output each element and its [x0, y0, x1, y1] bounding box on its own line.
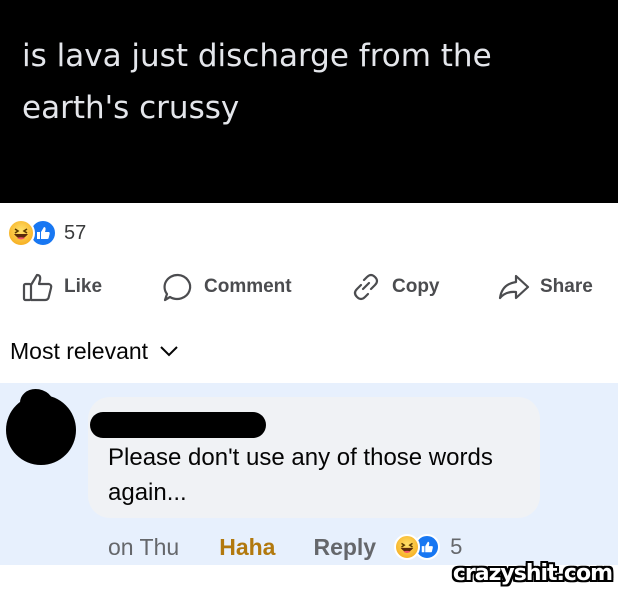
- share-label: Share: [540, 276, 593, 297]
- comment-label: Comment: [204, 276, 292, 297]
- comment-reaction-count: 5: [450, 534, 463, 559]
- comment-reactions[interactable]: 5: [394, 534, 462, 560]
- share-icon: [498, 274, 530, 300]
- haha-icon: [7, 219, 35, 247]
- comment-text: Please don't use any of those words agai…: [108, 444, 493, 506]
- like-label: Like: [64, 276, 103, 297]
- reply-button[interactable]: Reply: [313, 534, 376, 561]
- post-action-bar: Like Comment Copy Share: [0, 265, 618, 309]
- haha-icon: [394, 534, 421, 560]
- reaction-count: 57: [64, 221, 87, 244]
- post-banner: is lava just discharge from the earth's …: [0, 0, 618, 203]
- haha-reaction-button[interactable]: Haha: [219, 534, 275, 561]
- avatar[interactable]: [6, 389, 76, 465]
- post-text: is lava just discharge from the earth's …: [22, 38, 492, 126]
- comment-sort-dropdown[interactable]: Most relevant: [10, 336, 180, 366]
- comment-icon: [163, 273, 192, 302]
- reactions-summary[interactable]: 57: [7, 218, 86, 248]
- link-icon: [353, 273, 379, 301]
- thumbs-up-icon: [22, 273, 53, 302]
- comment-button[interactable]: Comment: [162, 265, 292, 309]
- share-button[interactable]: Share: [498, 265, 593, 309]
- comment-timestamp[interactable]: on Thu: [108, 534, 179, 561]
- chevron-down-icon: [160, 346, 178, 357]
- watermark: crazyshit.com: [452, 561, 613, 586]
- redacted-author-name: [90, 412, 266, 438]
- copy-button[interactable]: Copy: [350, 265, 440, 309]
- copy-label: Copy: [392, 276, 440, 297]
- comment-meta: on Thu Haha Reply 5: [108, 530, 462, 564]
- sort-label: Most relevant: [10, 337, 149, 364]
- like-button[interactable]: Like: [22, 265, 102, 309]
